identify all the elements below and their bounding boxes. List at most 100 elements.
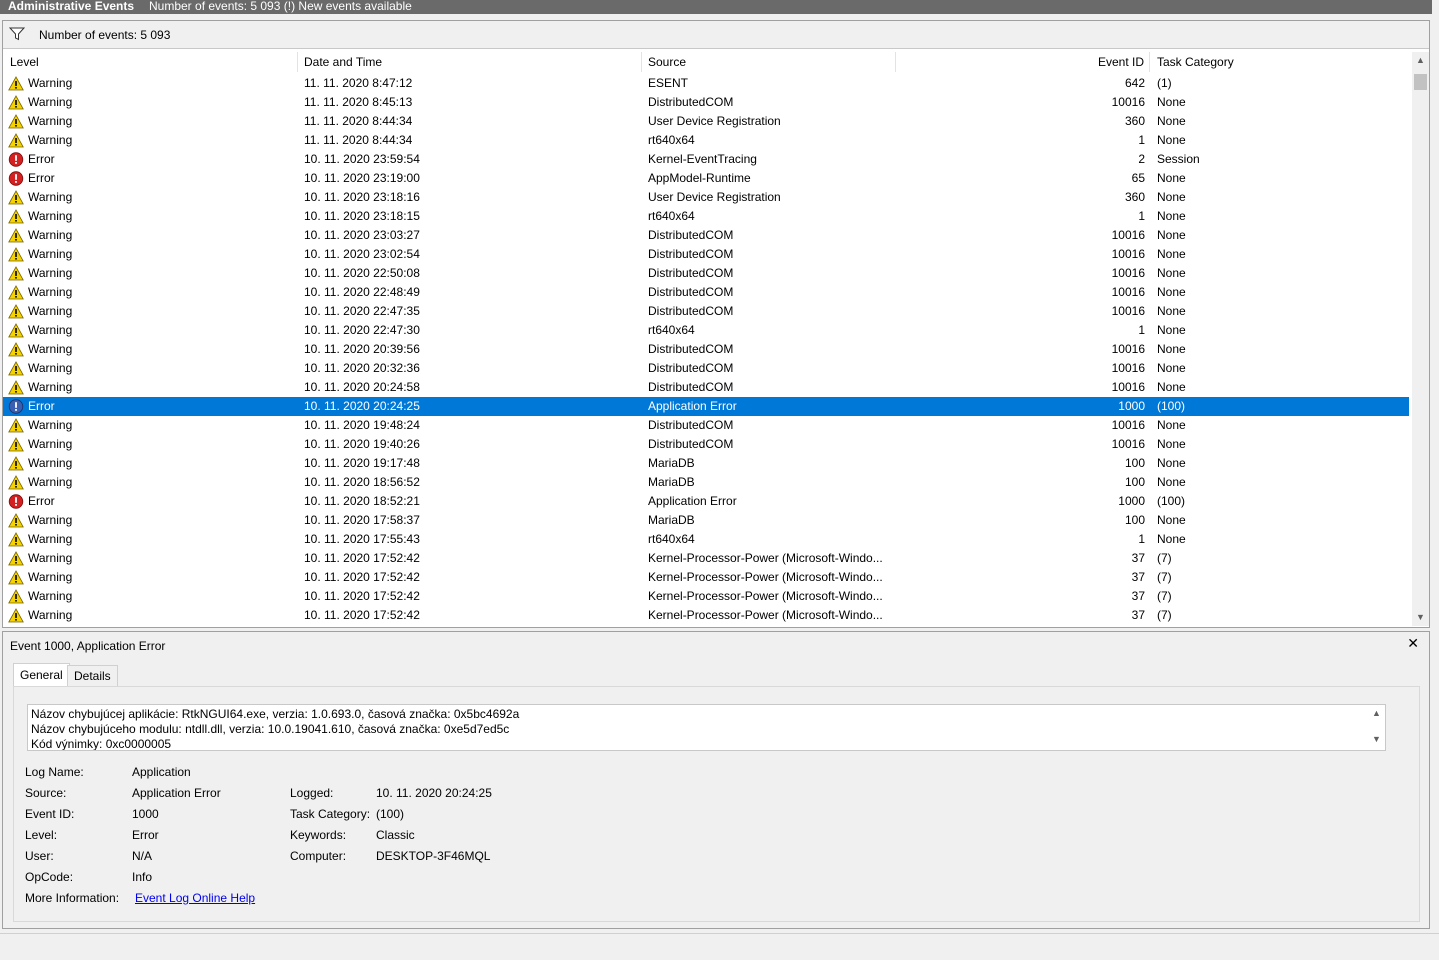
cell-task-category: None bbox=[1157, 513, 1186, 527]
tab-general[interactable]: General bbox=[13, 663, 70, 687]
close-icon[interactable]: ✕ bbox=[1407, 635, 1419, 652]
table-row[interactable]: Warning 10. 11. 2020 23:18:15 rt640x64 1 Non… bbox=[3, 207, 1409, 226]
task-category-value: (100) bbox=[376, 807, 405, 821]
cell-task-category: (7) bbox=[1157, 608, 1172, 622]
filter-count-text: Number of events: 5 093 bbox=[39, 28, 171, 42]
table-row[interactable]: Warning 10. 11. 2020 19:48:24 DistributedC… bbox=[3, 416, 1409, 435]
cell-task-category: None bbox=[1157, 171, 1186, 185]
warning-icon bbox=[8, 437, 24, 452]
scroll-up-arrow-icon[interactable]: ▲ bbox=[1412, 52, 1429, 69]
table-row[interactable]: Warning 10. 11. 2020 17:52:42 Kernel-Proce… bbox=[3, 587, 1409, 606]
logged-label: Logged: bbox=[290, 786, 334, 800]
table-row[interactable]: Warning 10. 11. 2020 17:55:43 rt640x64 1 Non… bbox=[3, 530, 1409, 549]
table-row[interactable]: Error 10. 11. 2020 18:52:21 Application Er… bbox=[3, 492, 1409, 511]
tab-details[interactable]: Details bbox=[67, 665, 118, 686]
level-text: Error bbox=[28, 152, 55, 166]
cell-level: Warning bbox=[8, 188, 298, 207]
level-text: Warning bbox=[28, 209, 73, 223]
table-row[interactable]: Warning 10. 11. 2020 22:47:35 DistributedC… bbox=[3, 302, 1409, 321]
cell-event-id: 2 bbox=[1138, 152, 1145, 166]
table-row[interactable]: Warning 10. 11. 2020 19:17:48 MariaDB 100 No… bbox=[3, 454, 1409, 473]
level-text: Warning bbox=[28, 608, 73, 622]
table-row[interactable]: Warning 11. 11. 2020 8:47:12 ESENT 642 (1) bbox=[3, 74, 1409, 93]
event-log-online-help-link[interactable]: Event Log Online Help bbox=[135, 889, 255, 907]
window-subtitle: Number of events: 5 093 (!) New events a… bbox=[149, 0, 412, 13]
warning-icon bbox=[8, 209, 24, 224]
opcode-value: Info bbox=[132, 870, 153, 884]
level-text: Warning bbox=[28, 114, 73, 128]
table-row[interactable]: Error 10. 11. 2020 23:19:00 AppModel-Runti… bbox=[3, 169, 1409, 188]
level-text: Warning bbox=[28, 513, 73, 527]
cell-date: 10. 11. 2020 22:48:49 bbox=[304, 285, 420, 299]
cell-source: DistributedCOM bbox=[648, 437, 734, 451]
table-row[interactable]: Error 10. 11. 2020 20:24:25 Application Er… bbox=[3, 397, 1409, 416]
scrollbar-thumb[interactable] bbox=[1414, 74, 1427, 90]
table-row[interactable]: Warning 10. 11. 2020 17:52:42 Kernel-Proce… bbox=[3, 606, 1409, 625]
warning-icon bbox=[8, 380, 24, 395]
scroll-down-arrow-icon[interactable]: ▼ bbox=[1412, 609, 1429, 626]
log-name-label: Log Name: bbox=[25, 765, 84, 779]
table-row[interactable]: Warning 10. 11. 2020 22:48:49 DistributedC… bbox=[3, 283, 1409, 302]
cell-date: 10. 11. 2020 23:19:00 bbox=[304, 171, 420, 185]
general-tab-pane: Názov chybujúcej aplikácie: RtkNGUI64.ex… bbox=[13, 686, 1420, 922]
table-row[interactable]: Warning 10. 11. 2020 19:40:26 DistributedC… bbox=[3, 435, 1409, 454]
table-row[interactable]: Warning 10. 11. 2020 17:52:42 Kernel-Proce… bbox=[3, 568, 1409, 587]
cell-level: Warning bbox=[8, 549, 298, 568]
table-row[interactable]: Warning 10. 11. 2020 17:52:42 Kernel-Proce… bbox=[3, 549, 1409, 568]
events-scrollbar[interactable]: ▲ ▼ bbox=[1412, 52, 1429, 626]
cell-event-id: 65 bbox=[1131, 171, 1145, 185]
cell-task-category: (100) bbox=[1157, 399, 1186, 413]
cell-source: Kernel-EventTracing bbox=[648, 152, 757, 166]
chevron-down-icon[interactable]: ▼ bbox=[1372, 734, 1381, 744]
description-line: Kód výnimky: 0xc0000005 bbox=[31, 737, 172, 751]
table-row[interactable]: Warning 11. 11. 2020 8:44:34 User Device R… bbox=[3, 112, 1409, 131]
cell-date: 10. 11. 2020 19:17:48 bbox=[304, 456, 420, 470]
cell-date: 10. 11. 2020 20:39:56 bbox=[304, 342, 420, 356]
table-row[interactable]: Warning 10. 11. 2020 20:32:36 DistributedC… bbox=[3, 359, 1409, 378]
column-header-event-id[interactable]: Event ID bbox=[896, 52, 1150, 72]
cell-source: Application Error bbox=[648, 399, 737, 413]
cell-date: 10. 11. 2020 20:24:25 bbox=[304, 399, 420, 413]
cell-date: 10. 11. 2020 20:32:36 bbox=[304, 361, 420, 375]
cell-date: 10. 11. 2020 23:03:27 bbox=[304, 228, 420, 242]
column-header-task-category[interactable]: Task Category bbox=[1150, 52, 1409, 72]
cell-task-category: None bbox=[1157, 95, 1186, 109]
cell-date: 11. 11. 2020 8:47:12 bbox=[304, 76, 413, 90]
cell-task-category: None bbox=[1157, 418, 1186, 432]
cell-source: User Device Registration bbox=[648, 190, 781, 204]
column-header-source[interactable]: Source bbox=[642, 52, 896, 72]
table-row[interactable]: Warning 11. 11. 2020 8:45:13 DistributedCO… bbox=[3, 93, 1409, 112]
cell-level: Warning bbox=[8, 435, 298, 454]
chevron-up-icon[interactable]: ▲ bbox=[1372, 708, 1381, 718]
level-text: Warning bbox=[28, 133, 73, 147]
table-row[interactable]: Warning 10. 11. 2020 20:39:56 DistributedC… bbox=[3, 340, 1409, 359]
warning-icon bbox=[8, 418, 24, 433]
table-row[interactable]: Warning 10. 11. 2020 23:02:54 DistributedC… bbox=[3, 245, 1409, 264]
table-row[interactable]: Warning 10. 11. 2020 18:56:52 MariaDB 100 No… bbox=[3, 473, 1409, 492]
table-row[interactable]: Warning 10. 11. 2020 20:24:58 DistributedC… bbox=[3, 378, 1409, 397]
cell-level: Warning bbox=[8, 321, 298, 340]
cell-source: rt640x64 bbox=[648, 133, 695, 147]
event-description-box[interactable]: Názov chybujúcej aplikácie: RtkNGUI64.ex… bbox=[27, 704, 1386, 751]
warning-icon bbox=[8, 247, 24, 262]
column-header-level[interactable]: Level bbox=[3, 52, 298, 72]
logged-value: 10. 11. 2020 20:24:25 bbox=[376, 786, 492, 800]
table-row[interactable]: Warning 10. 11. 2020 22:47:30 rt640x64 1 Non… bbox=[3, 321, 1409, 340]
cell-event-id: 10016 bbox=[1111, 361, 1145, 375]
warning-icon bbox=[8, 323, 24, 338]
table-row[interactable]: Warning 10. 11. 2020 23:18:16 User Device … bbox=[3, 188, 1409, 207]
table-row[interactable]: Error 10. 11. 2020 23:59:54 Kernel-EventTr… bbox=[3, 150, 1409, 169]
description-scrollbar[interactable]: ▲ ▼ bbox=[1368, 705, 1385, 750]
level-text: Warning bbox=[28, 570, 73, 584]
table-row[interactable]: Warning 10. 11. 2020 23:03:27 DistributedC… bbox=[3, 226, 1409, 245]
level-text: Warning bbox=[28, 380, 73, 394]
cell-event-id: 10016 bbox=[1111, 95, 1145, 109]
source-label: Source: bbox=[25, 786, 67, 800]
table-row[interactable]: Warning 11. 11. 2020 8:44:34 rt640x64 1 None bbox=[3, 131, 1409, 150]
level-text: Warning bbox=[28, 532, 73, 546]
table-row[interactable]: Warning 10. 11. 2020 22:50:08 DistributedC… bbox=[3, 264, 1409, 283]
column-header-date[interactable]: Date and Time bbox=[298, 52, 642, 72]
table-row[interactable]: Warning 10. 11. 2020 17:58:37 MariaDB 100 No… bbox=[3, 511, 1409, 530]
filter-icon[interactable] bbox=[8, 27, 26, 44]
level-text: Warning bbox=[28, 266, 73, 280]
